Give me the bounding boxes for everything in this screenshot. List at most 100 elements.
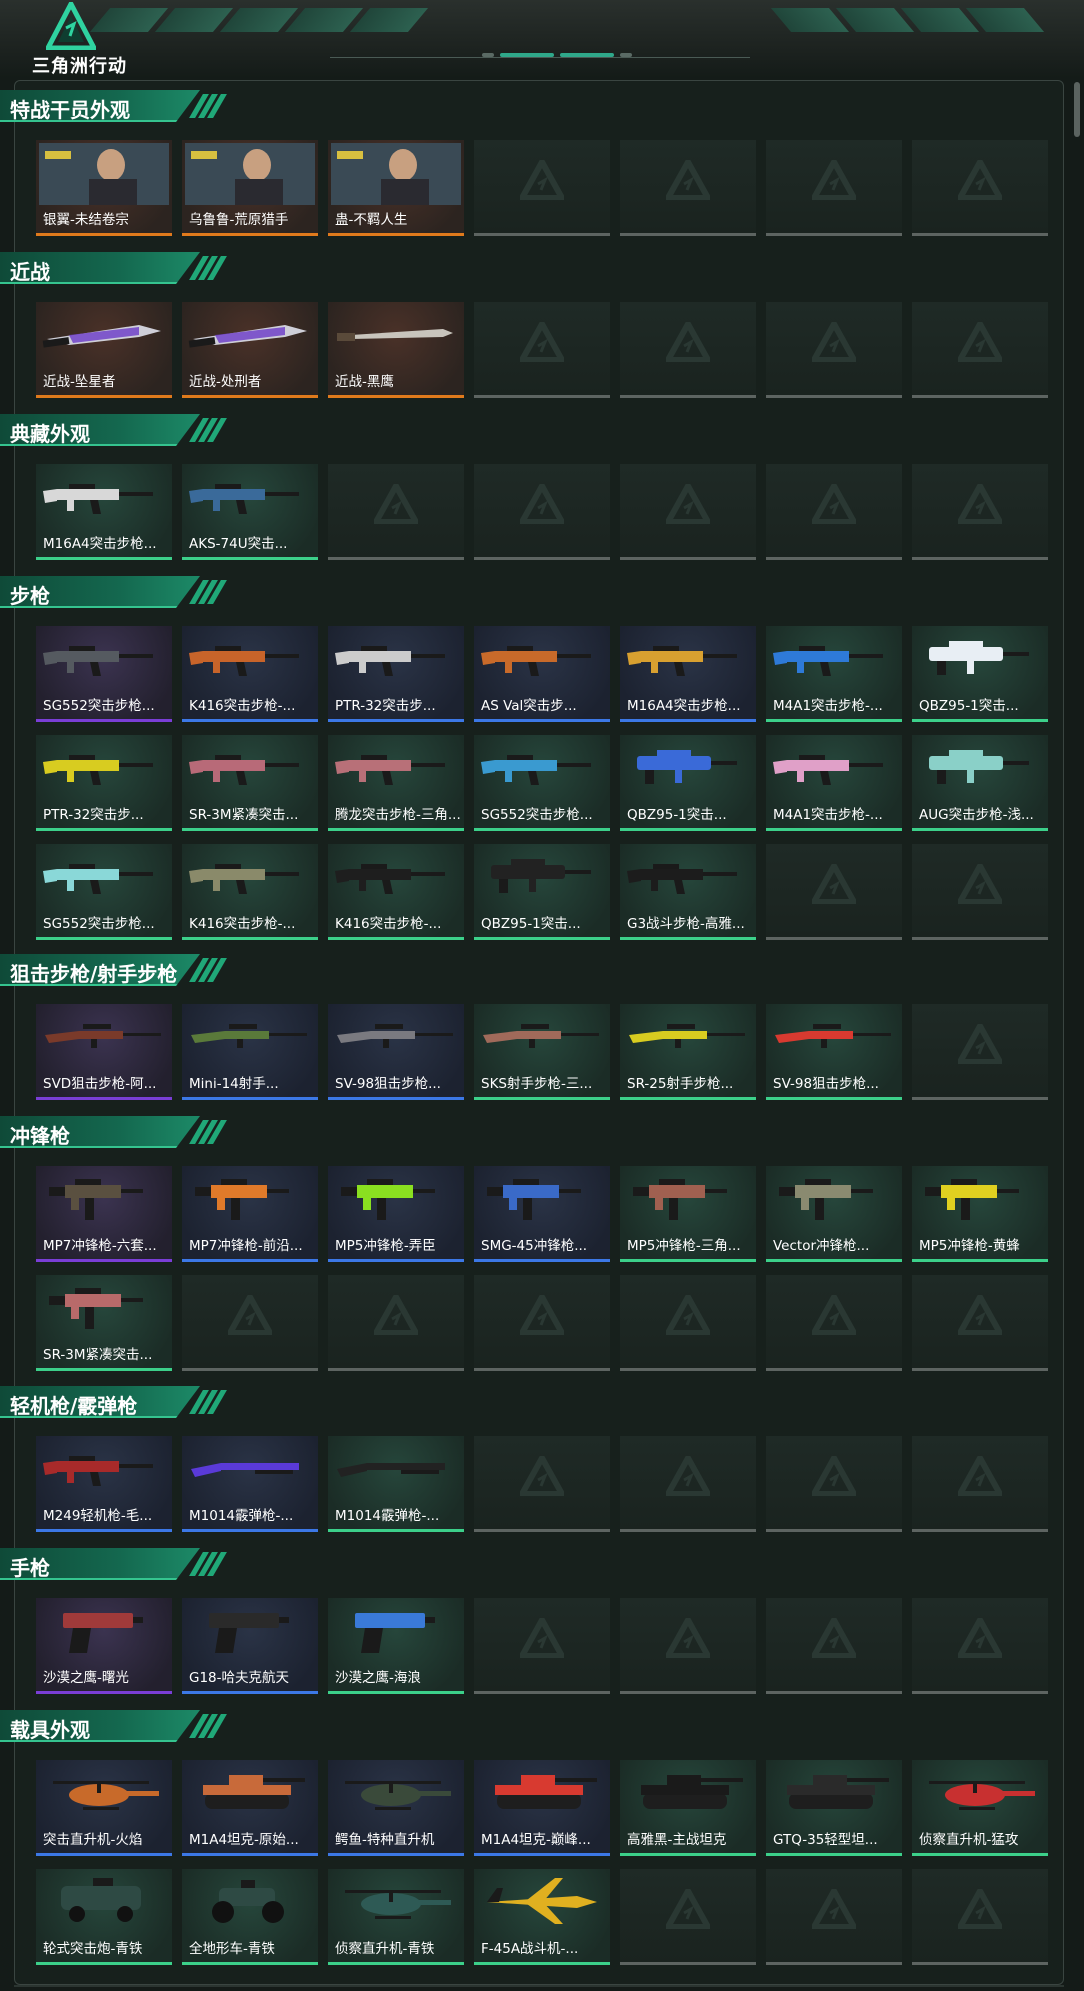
item-smg-icon	[487, 1179, 581, 1220]
item-card[interactable]: Vector冲锋枪...	[766, 1166, 902, 1262]
item-card[interactable]: QBZ95-1突击...	[620, 735, 756, 831]
item-image	[477, 847, 607, 909]
item-card[interactable]: SR-3M紧凑突击...	[36, 1275, 172, 1371]
item-image	[623, 1763, 753, 1825]
item-card[interactable]: 沙漠之鹰-海浪	[328, 1598, 464, 1694]
item-card[interactable]: 全地形车-青铁	[182, 1869, 318, 1965]
empty-slot	[766, 1436, 902, 1532]
item-row: MP7冲锋枪-六套... MP7冲锋枪-前沿... MP5冲锋枪-弄臣 SMG-45冲…	[36, 1166, 1048, 1262]
item-image	[185, 467, 315, 529]
item-card[interactable]: M1A4坦克-巅峰...	[474, 1760, 610, 1856]
item-card[interactable]: SG552突击步枪...	[474, 735, 610, 831]
item-tank-icon	[641, 1775, 743, 1809]
item-name: 近战-黑鹰	[335, 374, 394, 390]
item-card[interactable]: QBZ95-1突击...	[474, 844, 610, 940]
placeholder-logo-icon	[520, 1456, 564, 1496]
item-pistol-icon	[63, 1613, 143, 1653]
item-card[interactable]: M249轻机枪-毛...	[36, 1436, 172, 1532]
item-card[interactable]: K416突击步枪-...	[328, 844, 464, 940]
item-card[interactable]: AUG突击步枪-浅...	[912, 735, 1048, 831]
item-card[interactable]: MP7冲锋枪-六套...	[36, 1166, 172, 1262]
item-card[interactable]: MP5冲锋枪-黄蜂	[912, 1166, 1048, 1262]
item-card[interactable]: 侦察直升机-青铁	[328, 1869, 464, 1965]
item-card[interactable]: 腾龙突击步枪-三角...	[328, 735, 464, 831]
item-card[interactable]: 乌鲁鲁-荒原猎手	[182, 140, 318, 236]
item-card[interactable]: 鳄鱼-特种直升机	[328, 1760, 464, 1856]
item-card[interactable]: PTR-32突击步...	[36, 735, 172, 831]
item-rifle-icon	[335, 755, 445, 785]
item-card[interactable]: 近战-黑鹰	[328, 302, 464, 398]
item-card[interactable]: QBZ95-1突击...	[912, 626, 1048, 722]
item-card[interactable]: GTQ-35轻型坦...	[766, 1760, 902, 1856]
item-card[interactable]: 突击直升机-火焰	[36, 1760, 172, 1856]
empty-slot	[912, 1869, 1048, 1965]
item-card[interactable]: M16A4突击步枪...	[36, 464, 172, 560]
item-card[interactable]: SV-98狙击步枪...	[328, 1004, 464, 1100]
item-card[interactable]: SG552突击步枪...	[36, 844, 172, 940]
item-card[interactable]: M1A4坦克-原始...	[182, 1760, 318, 1856]
item-card[interactable]: SMG-45冲锋枪...	[474, 1166, 610, 1262]
item-image	[39, 847, 169, 909]
item-image	[477, 738, 607, 800]
scrollbar-thumb[interactable]	[1074, 82, 1080, 137]
item-card[interactable]: M16A4突击步枪...	[620, 626, 756, 722]
empty-slot	[766, 302, 902, 398]
item-card[interactable]: K416突击步枪-...	[182, 844, 318, 940]
item-card[interactable]: M4A1突击步枪-...	[766, 735, 902, 831]
item-card[interactable]: MP5冲锋枪-三角...	[620, 1166, 756, 1262]
item-name: QBZ95-1突击...	[481, 916, 581, 932]
item-card[interactable]: G18-哈夫克航天	[182, 1598, 318, 1694]
item-card[interactable]: MP7冲锋枪-前沿...	[182, 1166, 318, 1262]
item-card[interactable]: SKS射手步枪-三...	[474, 1004, 610, 1100]
item-card[interactable]: 近战-处刑者	[182, 302, 318, 398]
item-card[interactable]: 蛊-不羁人生	[328, 140, 464, 236]
item-card[interactable]: SG552突击步枪...	[36, 626, 172, 722]
section-header-decoration	[189, 256, 227, 280]
placeholder-logo-icon	[958, 1456, 1002, 1496]
item-image	[477, 1763, 607, 1825]
item-row: 沙漠之鹰-曙光 G18-哈夫克航天 沙漠之鹰-海浪	[36, 1598, 1048, 1694]
item-name: SR-25射手步枪...	[627, 1076, 734, 1092]
section-title: 轻机枪/霰弹枪	[10, 1394, 138, 1418]
section-title: 冲锋枪	[10, 1124, 70, 1148]
empty-slot	[620, 302, 756, 398]
item-rifle-icon	[43, 864, 153, 894]
item-card[interactable]: SVD狙击步枪-阿...	[36, 1004, 172, 1100]
item-name: MP5冲锋枪-黄蜂	[919, 1238, 1020, 1254]
item-image	[185, 1601, 315, 1663]
item-card[interactable]: AKS-74U突击...	[182, 464, 318, 560]
item-shotgun-icon	[191, 1463, 299, 1477]
item-card[interactable]: SR-25射手步枪...	[620, 1004, 756, 1100]
item-card[interactable]: PTR-32突击步...	[328, 626, 464, 722]
item-card[interactable]: 轮式突击炮-青铁	[36, 1869, 172, 1965]
item-image	[331, 1601, 461, 1663]
item-card[interactable]: AS Val突击步...	[474, 626, 610, 722]
item-card[interactable]: MP5冲锋枪-弄臣	[328, 1166, 464, 1262]
item-card[interactable]: M1014霰弹枪-...	[182, 1436, 318, 1532]
item-card[interactable]: 高雅黑-主战坦克	[620, 1760, 756, 1856]
app-header: 三角洲行动	[0, 0, 1084, 78]
item-card[interactable]: 侦察直升机-猛攻	[912, 1760, 1048, 1856]
item-blade-icon	[188, 325, 307, 348]
item-card[interactable]: M4A1突击步枪-...	[766, 626, 902, 722]
item-card[interactable]: SV-98狙击步枪...	[766, 1004, 902, 1100]
item-card[interactable]: SR-3M紧凑突击...	[182, 735, 318, 831]
item-image	[331, 305, 461, 367]
placeholder-logo-icon	[520, 160, 564, 200]
item-card[interactable]: M1014霰弹枪-...	[328, 1436, 464, 1532]
item-card[interactable]: 银翼-未结卷宗	[36, 140, 172, 236]
item-name: SVD狙击步枪-阿...	[43, 1076, 157, 1092]
item-rifle-icon	[627, 864, 737, 894]
item-name: 沙漠之鹰-海浪	[335, 1670, 421, 1686]
item-card[interactable]: 沙漠之鹰-曙光	[36, 1598, 172, 1694]
item-card[interactable]: G3战斗步枪-高雅...	[620, 844, 756, 940]
page-indicator	[482, 53, 632, 57]
placeholder-logo-icon	[520, 484, 564, 524]
item-card[interactable]: Mini-14射手...	[182, 1004, 318, 1100]
item-card[interactable]: K416突击步枪-...	[182, 626, 318, 722]
item-rifle-icon	[189, 755, 299, 785]
item-name: 沙漠之鹰-曙光	[43, 1670, 129, 1686]
item-rifle-icon	[335, 864, 445, 894]
item-card[interactable]: F-45A战斗机-...	[474, 1869, 610, 1965]
item-card[interactable]: 近战-坠星者	[36, 302, 172, 398]
